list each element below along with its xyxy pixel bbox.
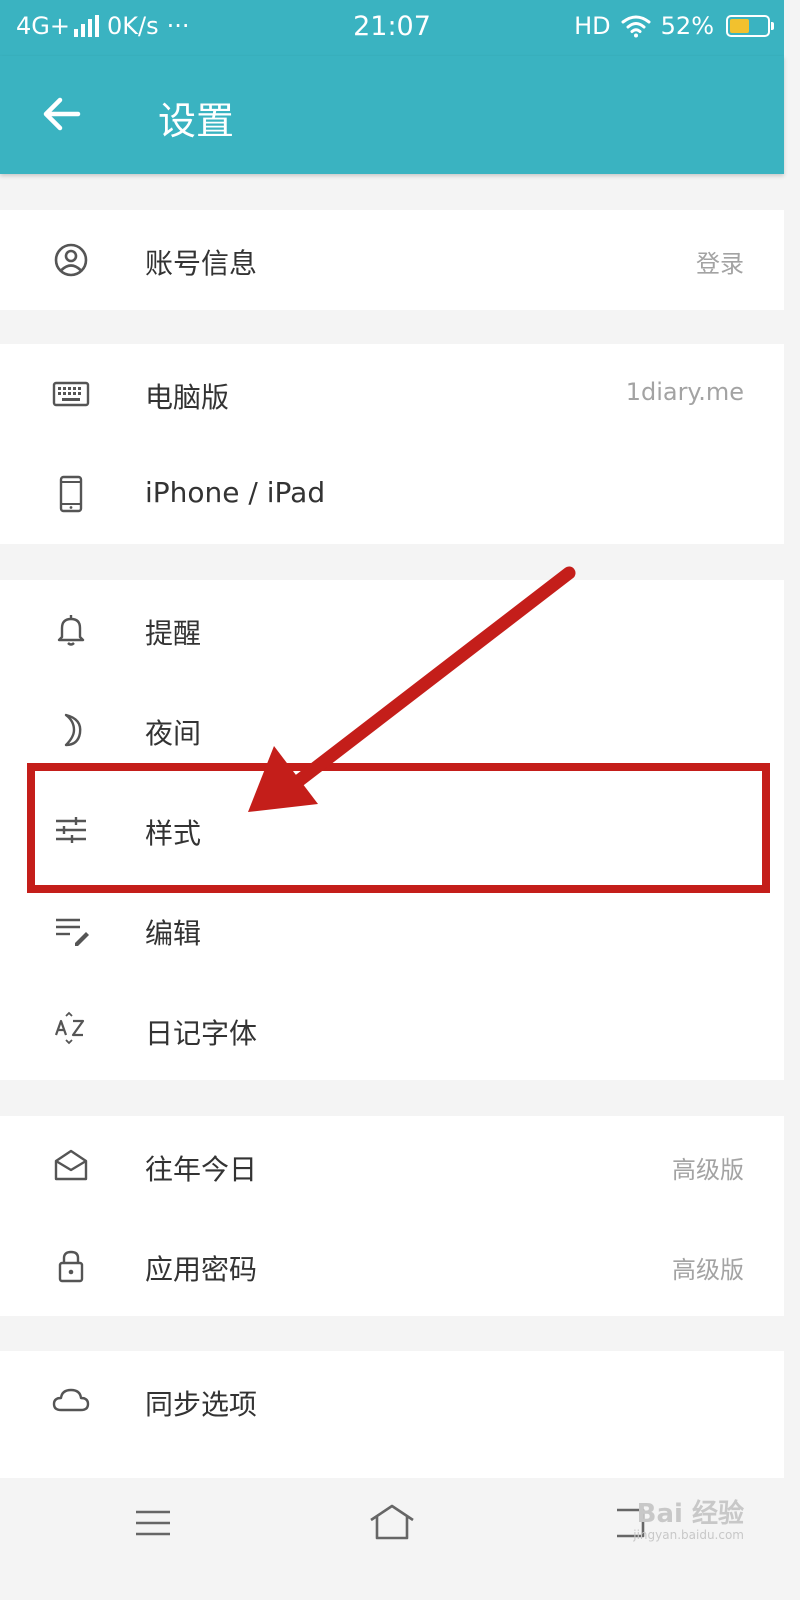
settings-row-app-lock[interactable]: 应用密码 高级版 bbox=[0, 1216, 784, 1316]
settings-row-label: 账号信息 bbox=[145, 247, 258, 280]
settings-group-sync: 同步选项 bbox=[0, 1351, 784, 1478]
phone-icon bbox=[59, 475, 83, 513]
settings-row-reminder[interactable]: 提醒 bbox=[0, 580, 784, 680]
settings-row-label: 日记字体 bbox=[145, 1017, 258, 1050]
keyboard-icon bbox=[52, 381, 90, 407]
annotation-highlight-box bbox=[27, 763, 770, 893]
settings-group-premium: 往年今日 高级版 应用密码 高级版 bbox=[0, 1116, 784, 1316]
watermark-brand: Bai 经验 bbox=[636, 1499, 744, 1529]
home-icon[interactable] bbox=[367, 1500, 417, 1546]
settings-row-account[interactable]: 账号信息 登录 bbox=[0, 210, 784, 310]
moon-icon bbox=[64, 713, 82, 747]
settings-row-label: iPhone / iPad bbox=[145, 476, 326, 509]
settings-group-devices: 电脑版 1diary.me iPhone / iPad bbox=[0, 344, 784, 544]
settings-row-value[interactable]: 高级版 bbox=[672, 1250, 744, 1285]
settings-row-label: 往年今日 bbox=[145, 1153, 258, 1186]
settings-row-label: 提醒 bbox=[145, 617, 202, 650]
watermark: Bai 经验 jingyan.baidu.com bbox=[633, 1500, 744, 1542]
settings-row-value[interactable]: 1diary.me bbox=[626, 378, 744, 406]
watermark-url: jingyan.baidu.com bbox=[633, 1527, 744, 1542]
edit-list-icon bbox=[56, 918, 89, 946]
settings-row-value[interactable]: 高级版 bbox=[672, 1150, 744, 1185]
settings-row-label: 电脑版 bbox=[145, 381, 230, 414]
page-title: 设置 bbox=[158, 99, 235, 143]
battery-fill bbox=[730, 19, 749, 33]
settings-row-iphone[interactable]: iPhone / iPad bbox=[0, 444, 784, 544]
settings-group-account: 账号信息 登录 bbox=[0, 210, 784, 310]
settings-row-font[interactable]: 日记字体 bbox=[0, 980, 784, 1080]
menu-icon[interactable] bbox=[128, 1500, 178, 1546]
battery-percent: 52% bbox=[660, 12, 714, 40]
settings-row-sync[interactable]: 同步选项 bbox=[0, 1351, 784, 1451]
battery-icon bbox=[726, 15, 774, 37]
app-bar: 设置 bbox=[0, 56, 784, 174]
bell-icon bbox=[57, 615, 85, 646]
settings-row-desktop[interactable]: 电脑版 1diary.me bbox=[0, 344, 784, 444]
settings-row-value[interactable]: 登录 bbox=[696, 244, 744, 279]
settings-row-label: 同步选项 bbox=[145, 1388, 258, 1421]
settings-row-edit[interactable]: 编辑 bbox=[0, 880, 784, 980]
wifi-icon bbox=[621, 15, 651, 38]
cloud-icon bbox=[52, 1388, 90, 1412]
settings-row-on-this-day[interactable]: 往年今日 高级版 bbox=[0, 1116, 784, 1216]
account-circle-icon bbox=[54, 243, 88, 277]
settings-row-label: 夜间 bbox=[145, 717, 202, 750]
settings-row-label: 应用密码 bbox=[145, 1253, 258, 1286]
hd-indicator: HD bbox=[574, 12, 611, 40]
envelope-open-icon bbox=[54, 1149, 88, 1181]
arrow-left-icon[interactable] bbox=[38, 90, 86, 138]
status-bar: 4G+ 0K/s ··· 21:07 HD 52% bbox=[0, 0, 784, 56]
settings-row-label: 编辑 bbox=[145, 917, 202, 950]
font-az-icon bbox=[54, 1011, 85, 1045]
lock-icon bbox=[58, 1250, 84, 1283]
